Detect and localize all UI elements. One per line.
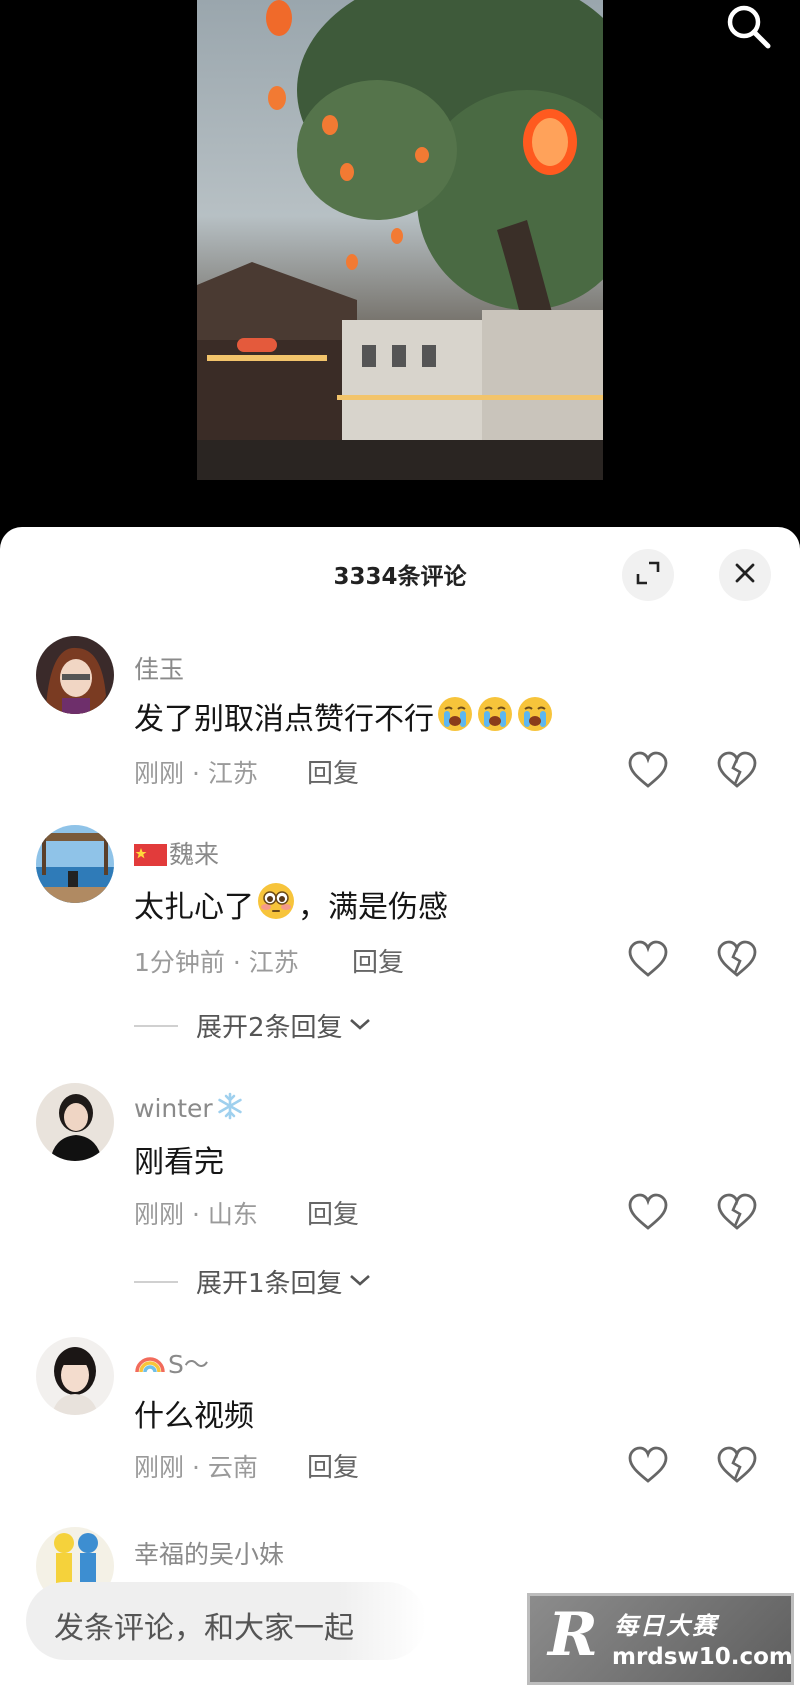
meta-separator: · bbox=[184, 1453, 208, 1482]
heart-icon bbox=[627, 1193, 669, 1235]
video-area[interactable] bbox=[0, 0, 800, 535]
snowflake-icon bbox=[215, 1091, 245, 1127]
expand-divider bbox=[134, 1280, 178, 1283]
rainbow-icon bbox=[134, 1350, 166, 1382]
broken-heart-icon bbox=[716, 1193, 758, 1235]
comment-meta: 刚刚 · 云南 bbox=[134, 1448, 258, 1484]
close-icon bbox=[733, 561, 757, 589]
avatar[interactable] bbox=[36, 825, 114, 903]
dislike-button[interactable] bbox=[716, 1446, 762, 1488]
search-button[interactable] bbox=[718, 0, 778, 56]
broken-heart-icon bbox=[716, 751, 758, 793]
broken-heart-icon bbox=[716, 940, 758, 982]
heart-icon bbox=[627, 940, 669, 982]
comment-location: 江苏 bbox=[207, 759, 258, 788]
comment-time: 刚刚 bbox=[134, 1453, 185, 1482]
comment-text: 发了别取消点赞行不行 bbox=[134, 694, 554, 741]
reply-button[interactable]: 回复 bbox=[307, 1194, 359, 1231]
watermark-r-logo: R bbox=[548, 1600, 598, 1670]
expand-divider bbox=[134, 1024, 178, 1027]
meta-separator: · bbox=[184, 1200, 208, 1229]
like-button[interactable] bbox=[627, 1446, 673, 1488]
comment-username[interactable]: 佳玉 bbox=[134, 650, 184, 686]
comments-sheet: 3334条评论 佳玉 发了别取消点赞行不行 刚刚 · 江苏 回复 魏来 太扎心了… bbox=[0, 527, 800, 1690]
meta-separator: · bbox=[224, 948, 249, 977]
watermark-logo: R 每日大赛 mrdsw10.com bbox=[527, 1593, 794, 1685]
comment-username[interactable]: S～ bbox=[134, 1345, 209, 1382]
reply-button[interactable]: 回复 bbox=[352, 942, 404, 979]
like-button[interactable] bbox=[627, 751, 673, 793]
broken-heart-icon bbox=[716, 1446, 758, 1488]
comment-time: 1分钟前 bbox=[134, 948, 225, 977]
expand-replies-button[interactable]: 展开1条回复 bbox=[134, 1263, 371, 1300]
comment-username-text: winter bbox=[134, 1094, 213, 1123]
meta-separator: · bbox=[184, 759, 208, 788]
comment-meta: 1分钟前 · 江苏 bbox=[134, 943, 299, 979]
comment-username-text: 魏来 bbox=[169, 840, 220, 869]
crying-emoji-icon bbox=[516, 695, 554, 741]
flushed-emoji-icon bbox=[256, 881, 296, 929]
comment-username[interactable]: winter bbox=[134, 1091, 245, 1127]
comment-username[interactable]: 幸福的吴小妹 bbox=[134, 1535, 284, 1571]
reply-button[interactable]: 回复 bbox=[307, 1447, 359, 1484]
watermark-domain: mrdsw10.com bbox=[612, 1644, 793, 1670]
comment-text-part: ，满是伤感 bbox=[298, 890, 448, 925]
comment-text: 刚看完 bbox=[134, 1145, 224, 1180]
like-button[interactable] bbox=[627, 1193, 673, 1235]
expand-replies-label: 展开2条回复 bbox=[196, 1013, 343, 1043]
comment-count-title: 3334条评论 bbox=[333, 564, 467, 590]
comment-text: 什么视频 bbox=[134, 1399, 254, 1434]
comment-location: 山东 bbox=[207, 1200, 258, 1229]
comment-location: 江苏 bbox=[248, 948, 299, 977]
comment-time: 刚刚 bbox=[134, 1200, 185, 1229]
china-flag-icon bbox=[134, 843, 167, 872]
dislike-button[interactable] bbox=[716, 1193, 762, 1235]
comment-location: 云南 bbox=[207, 1453, 258, 1482]
heart-icon bbox=[627, 1446, 669, 1488]
like-button[interactable] bbox=[627, 940, 673, 982]
expand-replies-button[interactable]: 展开2条回复 bbox=[134, 1007, 371, 1044]
expand-icon bbox=[635, 560, 661, 590]
dislike-button[interactable] bbox=[716, 751, 762, 793]
dislike-button[interactable] bbox=[716, 940, 762, 982]
comment-meta: 刚刚 · 山东 bbox=[134, 1195, 258, 1231]
expand-fullscreen-button[interactable] bbox=[622, 549, 674, 601]
comment-username[interactable]: 魏来 bbox=[134, 835, 219, 872]
chevron-down-icon bbox=[349, 1272, 371, 1291]
comment-meta: 刚刚 · 江苏 bbox=[134, 754, 258, 790]
watermark-name: 每日大赛 bbox=[614, 1612, 718, 1640]
comment-input[interactable]: 发条评论，和大家一起 bbox=[26, 1582, 426, 1660]
crying-emoji-icon bbox=[436, 695, 474, 741]
video-thumbnail[interactable] bbox=[197, 0, 603, 480]
avatar[interactable] bbox=[36, 1337, 114, 1415]
comment-username-text: S～ bbox=[168, 1350, 209, 1379]
comment-text: 太扎心了 ，满是伤感 bbox=[134, 881, 448, 929]
heart-icon bbox=[627, 751, 669, 793]
comment-input-placeholder: 发条评论，和大家一起 bbox=[54, 1611, 354, 1646]
close-button[interactable] bbox=[719, 549, 771, 601]
expand-replies-label: 展开1条回复 bbox=[196, 1269, 343, 1299]
crying-emoji-icon bbox=[476, 695, 514, 741]
comment-text-part: 太扎心了 bbox=[134, 890, 254, 925]
comment-text-content: 发了别取消点赞行不行 bbox=[134, 702, 434, 737]
avatar[interactable] bbox=[36, 636, 114, 714]
chevron-down-icon bbox=[349, 1016, 371, 1035]
search-icon bbox=[724, 2, 772, 54]
reply-button[interactable]: 回复 bbox=[307, 753, 359, 790]
avatar[interactable] bbox=[36, 1083, 114, 1161]
comment-time: 刚刚 bbox=[134, 759, 185, 788]
